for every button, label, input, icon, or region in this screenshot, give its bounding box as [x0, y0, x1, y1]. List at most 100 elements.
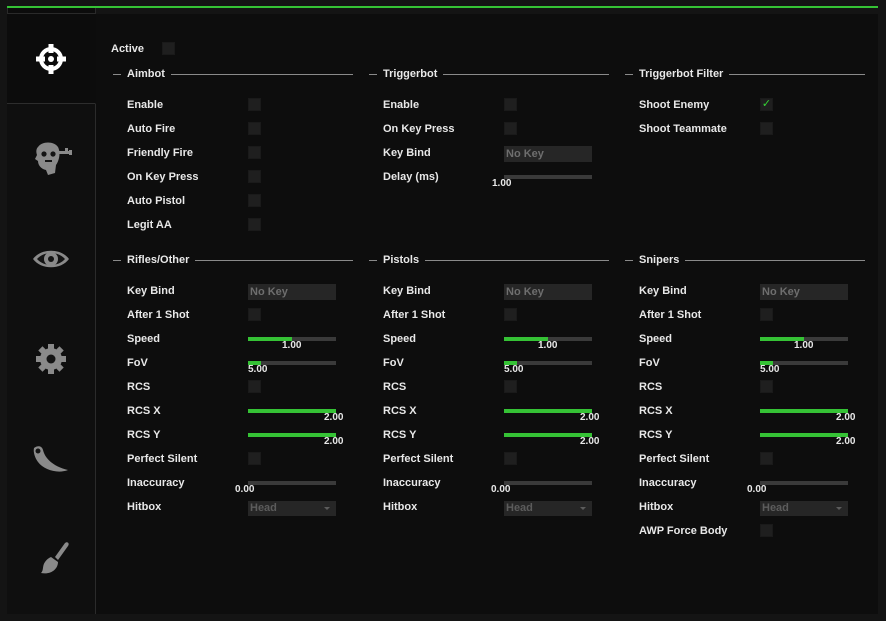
- pistols-key-bind-field[interactable]: No Key: [504, 284, 592, 300]
- aimbot-auto-fire-label: Auto Fire: [127, 123, 176, 135]
- pistols-rcs-checkbox[interactable]: [504, 380, 517, 393]
- aimbot-section-header: Aimbot: [113, 67, 353, 81]
- aimbot-auto-fire-checkbox[interactable]: [248, 122, 261, 135]
- triggerbot-key-bind-label: Key Bind: [383, 147, 431, 159]
- aimbot-friendly-fire-label: Friendly Fire: [127, 147, 194, 159]
- snipers-awp-force-body-checkbox[interactable]: [760, 524, 773, 537]
- active-checkbox[interactable]: [162, 42, 175, 55]
- shoot-enemy-checkbox[interactable]: ✓: [760, 98, 773, 111]
- rifles-rcs-y-slider[interactable]: [248, 433, 336, 437]
- aimbot-friendly-fire-checkbox[interactable]: [248, 146, 261, 159]
- aimbot-legit-aa-label: Legit AA: [127, 219, 172, 231]
- rifles-perfect-silent-checkbox[interactable]: [248, 452, 261, 465]
- triggerbot-filter-section-header: Triggerbot Filter: [625, 67, 865, 81]
- rifles-key-bind-field[interactable]: No Key: [248, 284, 336, 300]
- rifles-rcs-label: RCS: [127, 381, 151, 393]
- aimbot-auto-pistol-label: Auto Pistol: [127, 195, 186, 207]
- menu-window: Active Aimbot Enable Auto Fire Friendly …: [0, 0, 886, 621]
- aimbot-auto-pistol-checkbox[interactable]: [248, 194, 261, 207]
- rifles-after-1-shot-checkbox[interactable]: [248, 308, 261, 321]
- pistols-rcs-x-slider[interactable]: [504, 409, 592, 413]
- pistols-hitbox-dropdown[interactable]: Head: [504, 501, 592, 516]
- tab-colors[interactable]: [7, 514, 95, 604]
- pistols-rcs-y-slider[interactable]: [504, 433, 592, 437]
- rifles-rcs-x-label: RCS X: [127, 405, 161, 417]
- pistols-after-1-shot-checkbox[interactable]: [504, 308, 517, 321]
- snipers-inaccuracy-slider[interactable]: [760, 481, 848, 485]
- aimbot-on-key-press-checkbox[interactable]: [248, 170, 261, 183]
- chevron-down-icon: [580, 507, 586, 510]
- triggerbot-delay-value: 1.00: [492, 178, 512, 189]
- snipers-fov-label: FoV: [639, 357, 660, 369]
- triggerbot-enable-checkbox[interactable]: [504, 98, 517, 111]
- pistols-perfect-silent-checkbox[interactable]: [504, 452, 517, 465]
- tab-triggerbot[interactable]: [7, 114, 95, 204]
- snipers-hitbox-value: Head: [762, 502, 789, 514]
- pistols-inaccuracy-value: 0.00: [491, 484, 511, 495]
- pistols-fov-value: 5.00: [504, 364, 524, 375]
- triggerbot-on-key-press-checkbox[interactable]: [504, 122, 517, 135]
- triggerbot-delay-slider[interactable]: [504, 175, 592, 179]
- snipers-rcs-label: RCS: [639, 381, 663, 393]
- pistols-hitbox-label: Hitbox: [383, 501, 418, 513]
- pistols-rcs-y-label: RCS Y: [383, 429, 417, 441]
- pistols-section-header: Pistols: [369, 253, 609, 267]
- pistols-fov-label: FoV: [383, 357, 404, 369]
- slider-fill: [760, 433, 848, 437]
- snipers-awp-force-body-label: AWP Force Body: [639, 525, 728, 537]
- tab-aimbot[interactable]: [7, 14, 96, 104]
- slider-fill: [248, 409, 336, 413]
- pistols-speed-value: 1.00: [538, 340, 558, 351]
- snipers-section-title: Snipers: [639, 253, 686, 267]
- rifles-rcs-y-value: 2.00: [324, 436, 344, 447]
- aimbot-legit-aa-checkbox[interactable]: [248, 218, 261, 231]
- slider-fill: [504, 433, 592, 437]
- rifles-fov-label: FoV: [127, 357, 148, 369]
- shoot-teammate-checkbox[interactable]: [760, 122, 773, 135]
- paintbrush-icon: [41, 542, 69, 574]
- rifles-key-bind-label: Key Bind: [127, 285, 175, 297]
- eye-icon: [33, 250, 69, 268]
- rifles-hitbox-dropdown[interactable]: Head: [248, 501, 336, 516]
- snipers-rcs-y-label: RCS Y: [639, 429, 673, 441]
- snipers-rcs-checkbox[interactable]: [760, 380, 773, 393]
- snipers-hitbox-dropdown[interactable]: Head: [760, 501, 848, 516]
- snipers-perfect-silent-label: Perfect Silent: [639, 453, 710, 465]
- shoot-enemy-label: Shoot Enemy: [639, 99, 710, 111]
- pistols-rcs-label: RCS: [383, 381, 407, 393]
- snipers-rcs-y-slider[interactable]: [760, 433, 848, 437]
- rifles-inaccuracy-slider[interactable]: [248, 481, 336, 485]
- head-key-icon: [35, 142, 72, 175]
- rifles-rcs-y-label: RCS Y: [127, 429, 161, 441]
- pistols-rcs-x-label: RCS X: [383, 405, 417, 417]
- pistols-inaccuracy-slider[interactable]: [504, 481, 592, 485]
- sidebar: [7, 14, 96, 614]
- pistols-perfect-silent-label: Perfect Silent: [383, 453, 454, 465]
- slider-fill: [248, 433, 336, 437]
- karambit-knife-icon: [33, 446, 68, 472]
- triggerbot-key-bind-field[interactable]: No Key: [504, 146, 592, 162]
- gear-icon: [36, 344, 66, 374]
- snipers-rcs-x-slider[interactable]: [760, 409, 848, 413]
- pistols-after-1-shot-label: After 1 Shot: [383, 309, 446, 321]
- snipers-perfect-silent-checkbox[interactable]: [760, 452, 773, 465]
- rifles-rcs-x-slider[interactable]: [248, 409, 336, 413]
- tab-misc[interactable]: [7, 314, 95, 404]
- tab-skins[interactable]: [7, 414, 95, 504]
- snipers-after-1-shot-checkbox[interactable]: [760, 308, 773, 321]
- snipers-section-header: Snipers: [625, 253, 865, 267]
- triggerbot-delay-label: Delay (ms): [383, 171, 439, 183]
- snipers-inaccuracy-label: Inaccuracy: [639, 477, 697, 489]
- snipers-after-1-shot-label: After 1 Shot: [639, 309, 702, 321]
- pistols-hitbox-value: Head: [506, 502, 533, 514]
- rifles-speed-value: 1.00: [282, 340, 302, 351]
- triggerbot-enable-label: Enable: [383, 99, 420, 111]
- aimbot-enable-label: Enable: [127, 99, 164, 111]
- rifles-perfect-silent-label: Perfect Silent: [127, 453, 198, 465]
- snipers-fov-value: 5.00: [760, 364, 780, 375]
- tab-visuals[interactable]: [7, 214, 95, 304]
- aimbot-enable-checkbox[interactable]: [248, 98, 261, 111]
- rifles-rcs-x-value: 2.00: [324, 412, 344, 423]
- snipers-key-bind-field[interactable]: No Key: [760, 284, 848, 300]
- rifles-rcs-checkbox[interactable]: [248, 380, 261, 393]
